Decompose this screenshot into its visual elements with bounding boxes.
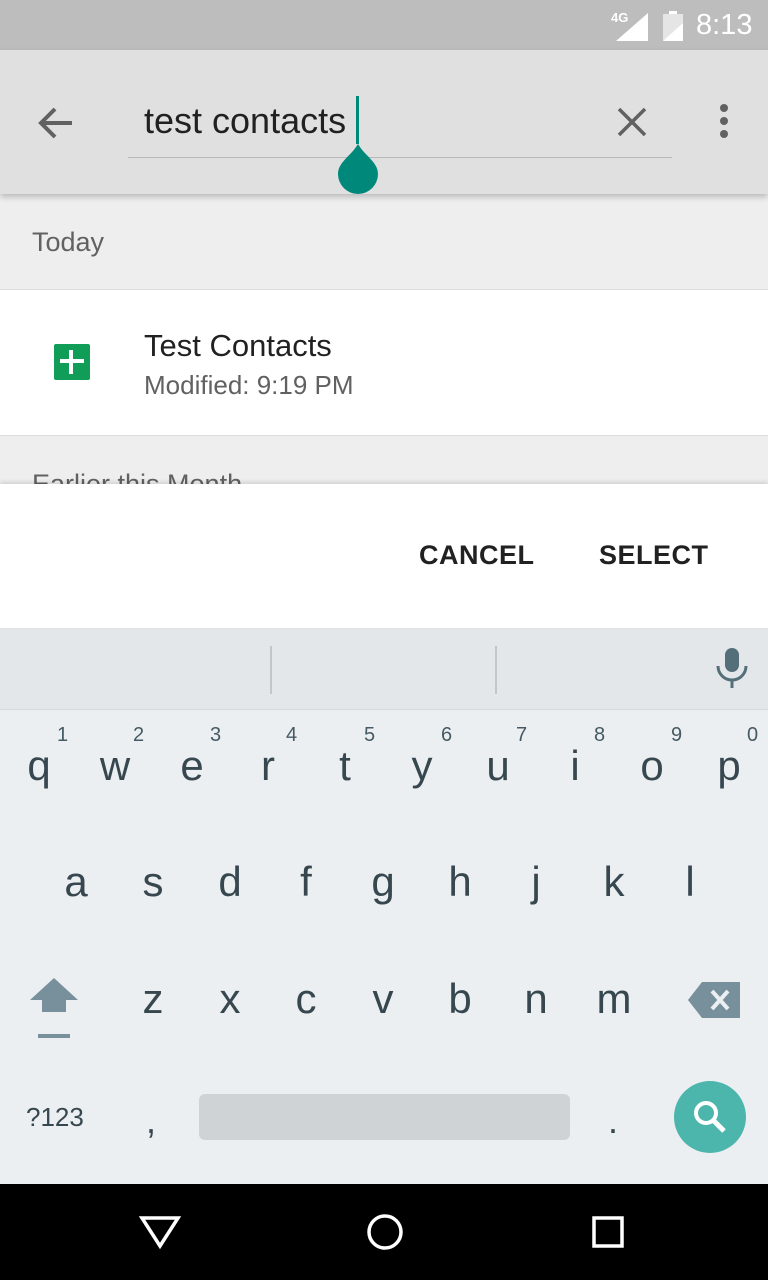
select-button[interactable]: SELECT (599, 540, 709, 571)
section-header-today: Today (0, 194, 768, 290)
clock: 8:13 (696, 9, 753, 41)
search-action-key[interactable] (674, 1081, 746, 1153)
period-key[interactable]: . (608, 1100, 618, 1142)
search-icon (694, 1101, 726, 1133)
key-x[interactable]: x (193, 975, 267, 1023)
symbols-key[interactable]: ?123 (26, 1102, 84, 1133)
backspace-icon[interactable] (688, 982, 740, 1018)
more-options-button[interactable] (704, 96, 744, 148)
key-b[interactable]: b (423, 975, 497, 1023)
sheets-icon (54, 344, 90, 380)
search-toolbar: test contacts (0, 50, 768, 194)
key-h[interactable]: h (423, 858, 497, 906)
key-i[interactable]: i (538, 742, 612, 790)
key-w[interactable]: w (78, 742, 152, 790)
more-vert-icon (720, 104, 728, 138)
key-l[interactable]: l (653, 858, 727, 906)
key-e[interactable]: e (155, 742, 229, 790)
file-name: Test Contacts (144, 328, 332, 363)
list-item[interactable]: Test Contacts Modified: 9:19 PM (0, 290, 768, 436)
key-p[interactable]: p (692, 742, 766, 790)
picker-actions: CANCEL SELECT (0, 484, 768, 628)
key-a[interactable]: a (39, 858, 113, 906)
key-s[interactable]: s (116, 858, 190, 906)
key-k[interactable]: k (577, 858, 651, 906)
key-f[interactable]: f (269, 858, 343, 906)
key-d[interactable]: d (193, 858, 267, 906)
key-y[interactable]: y (385, 742, 459, 790)
space-bar[interactable] (199, 1094, 570, 1140)
cursor-handle[interactable] (337, 144, 379, 194)
key-g[interactable]: g (346, 858, 420, 906)
key-r[interactable]: r (231, 742, 305, 790)
clear-icon (617, 107, 647, 137)
recents-square-icon[interactable] (590, 1214, 626, 1250)
system-nav-bar (0, 1184, 768, 1280)
microphone-icon[interactable] (714, 646, 750, 692)
key-v[interactable]: v (346, 975, 420, 1023)
suggestion-divider (270, 646, 272, 694)
status-bar: 4G 8:13 (0, 0, 768, 50)
key-j[interactable]: j (499, 858, 573, 906)
clear-search-button[interactable] (606, 96, 658, 148)
back-button[interactable] (26, 96, 86, 156)
key-t[interactable]: t (308, 742, 382, 790)
suggestion-strip (0, 628, 768, 710)
key-o[interactable]: o (615, 742, 689, 790)
key-z[interactable]: z (116, 975, 190, 1023)
suggestion-divider (495, 646, 497, 694)
back-triangle-icon[interactable] (138, 1212, 182, 1252)
search-input[interactable]: test contacts (144, 100, 346, 142)
text-cursor (356, 96, 359, 144)
shift-icon[interactable] (28, 976, 80, 1042)
file-modified: Modified: 9:19 PM (144, 370, 354, 400)
key-u[interactable]: u (461, 742, 535, 790)
signal-icon (616, 13, 648, 41)
key-q[interactable]: q (2, 742, 76, 790)
comma-key[interactable]: , (146, 1100, 156, 1142)
back-arrow-icon (38, 107, 72, 139)
battery-icon (663, 11, 683, 41)
section-title: Today (32, 227, 105, 257)
soft-keyboard: 1 2 3 4 5 6 7 8 9 0 q w e r t y u i o p … (0, 628, 768, 1184)
cancel-button[interactable]: CANCEL (419, 540, 535, 571)
key-n[interactable]: n (499, 975, 573, 1023)
search-field[interactable]: test contacts (128, 86, 672, 194)
key-m[interactable]: m (577, 975, 651, 1023)
home-circle-icon[interactable] (365, 1212, 405, 1252)
key-c[interactable]: c (269, 975, 343, 1023)
